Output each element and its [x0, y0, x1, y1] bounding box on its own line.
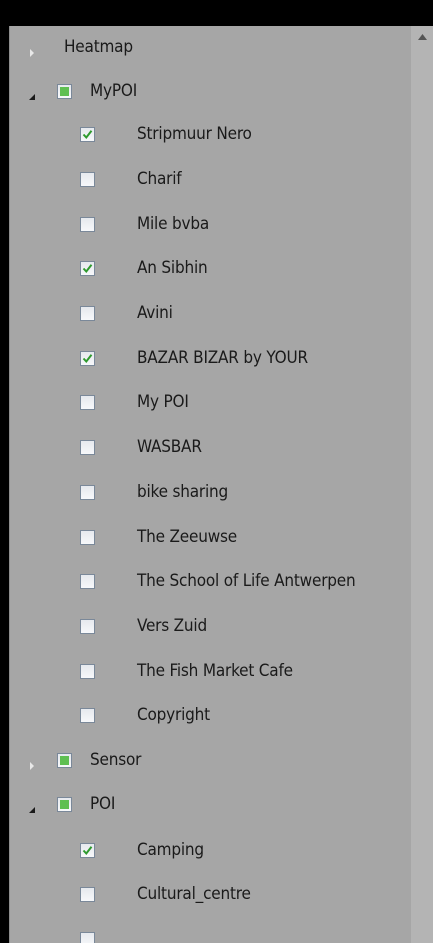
tree-item-label: Sensor — [90, 750, 142, 770]
arrow-up-icon — [417, 34, 427, 40]
tree-item-label: Cultural_centre — [137, 884, 251, 904]
tree-item-label: bike sharing — [137, 482, 229, 502]
tree-item-mile-bvba[interactable]: Mile bvba — [10, 212, 410, 238]
checkbox-unchecked[interactable] — [80, 708, 95, 723]
tree-item-label: My POI — [137, 392, 189, 412]
check-icon — [82, 846, 93, 856]
tree-item-avini[interactable]: Avini — [10, 301, 410, 327]
checkbox-checked[interactable] — [80, 127, 95, 142]
tree-item-label: WASBAR — [137, 437, 202, 457]
tree-item-next-item[interactable] — [10, 927, 410, 943]
checkbox-unchecked[interactable] — [80, 664, 95, 679]
tree-item-school-of-life[interactable]: The School of Life Antwerpen — [10, 569, 410, 595]
checkbox-checked[interactable] — [80, 261, 95, 276]
checkbox-partial[interactable] — [57, 797, 72, 812]
triangle-down-icon[interactable] — [27, 87, 37, 100]
tree-item-label: Stripmuur Nero — [137, 124, 252, 144]
tree-item-label: Camping — [137, 840, 204, 860]
checkbox-unchecked[interactable] — [80, 619, 95, 634]
tree-item-sensor[interactable]: Sensor — [10, 748, 410, 774]
triangle-down-icon[interactable] — [27, 800, 37, 813]
tree-item-copyright[interactable]: Copyright — [10, 703, 410, 729]
checkbox-unchecked[interactable] — [80, 530, 95, 545]
checkbox-unchecked[interactable] — [80, 217, 95, 232]
tree-item-camping[interactable]: Camping — [10, 838, 410, 864]
checkbox-unchecked[interactable] — [80, 395, 95, 410]
tree-item-heatmap[interactable]: Heatmap — [10, 35, 410, 61]
checkbox-unchecked[interactable] — [80, 932, 95, 943]
triangle-right-icon[interactable] — [27, 756, 37, 770]
tree-item-charif[interactable]: Charif — [10, 167, 410, 193]
tree-item-label: MyPOI — [90, 81, 138, 101]
tree-item-cultural-centre[interactable]: Cultural_centre — [10, 882, 410, 908]
checkbox-partial[interactable] — [57, 84, 72, 99]
checkbox-unchecked[interactable] — [80, 440, 95, 455]
tree-item-bike-sharing[interactable]: bike sharing — [10, 480, 410, 506]
tree-item-label: BAZAR BIZAR by YOUR — [137, 348, 308, 368]
checkbox-unchecked[interactable] — [80, 574, 95, 589]
tree-item-label: Heatmap — [64, 37, 133, 57]
checkbox-partial[interactable] — [57, 753, 72, 768]
tree-item-bazar-bizar[interactable]: BAZAR BIZAR by YOUR — [10, 346, 410, 372]
checkbox-unchecked[interactable] — [80, 306, 95, 321]
tree-item-label: Copyright — [137, 705, 210, 725]
tree-item-mypoi[interactable]: MyPOI — [10, 79, 410, 105]
tree-item-label: Vers Zuid — [137, 616, 207, 636]
tree-item-label: Charif — [137, 169, 182, 189]
checkbox-unchecked[interactable] — [80, 485, 95, 500]
check-icon — [82, 354, 93, 364]
tree-item-wasbar[interactable]: WASBAR — [10, 435, 410, 461]
tree-item-an-sibhin[interactable]: An Sibhin — [10, 256, 410, 282]
tree-item-label: Avini — [137, 303, 173, 323]
tree-item-stripmuur-nero[interactable]: Stripmuur Nero — [10, 122, 410, 148]
vertical-scrollbar[interactable] — [411, 26, 433, 943]
tree-item-label: The Zeeuwse — [137, 527, 237, 547]
check-icon — [82, 264, 93, 274]
tree-item-label: POI — [90, 794, 116, 814]
tree-item-label: Mile bvba — [137, 214, 210, 234]
checkbox-checked[interactable] — [80, 843, 95, 858]
tree-item-label: The Fish Market Cafe — [137, 661, 293, 681]
layer-tree-panel: Heatmap MyPOI Stripmuur Nero Charif Mile bvb… — [9, 26, 433, 943]
layer-tree: Heatmap MyPOI Stripmuur Nero Charif Mile bvb… — [9, 26, 412, 943]
tree-item-the-zeeuwse[interactable]: The Zeeuwse — [10, 525, 410, 551]
checkbox-unchecked[interactable] — [80, 887, 95, 902]
triangle-right-icon[interactable] — [27, 43, 37, 57]
checkbox-checked[interactable] — [80, 351, 95, 366]
scroll-up-button[interactable] — [411, 26, 433, 48]
checkbox-unchecked[interactable] — [80, 172, 95, 187]
tree-item-label: An Sibhin — [137, 258, 208, 278]
tree-item-vers-zuid[interactable]: Vers Zuid — [10, 614, 410, 640]
tree-item-poi[interactable]: POI — [10, 792, 410, 818]
tree-item-fish-market-cafe[interactable]: The Fish Market Cafe — [10, 659, 410, 685]
check-icon — [82, 130, 93, 140]
tree-item-my-poi[interactable]: My POI — [10, 390, 410, 416]
tree-item-label: The School of Life Antwerpen — [137, 571, 356, 591]
